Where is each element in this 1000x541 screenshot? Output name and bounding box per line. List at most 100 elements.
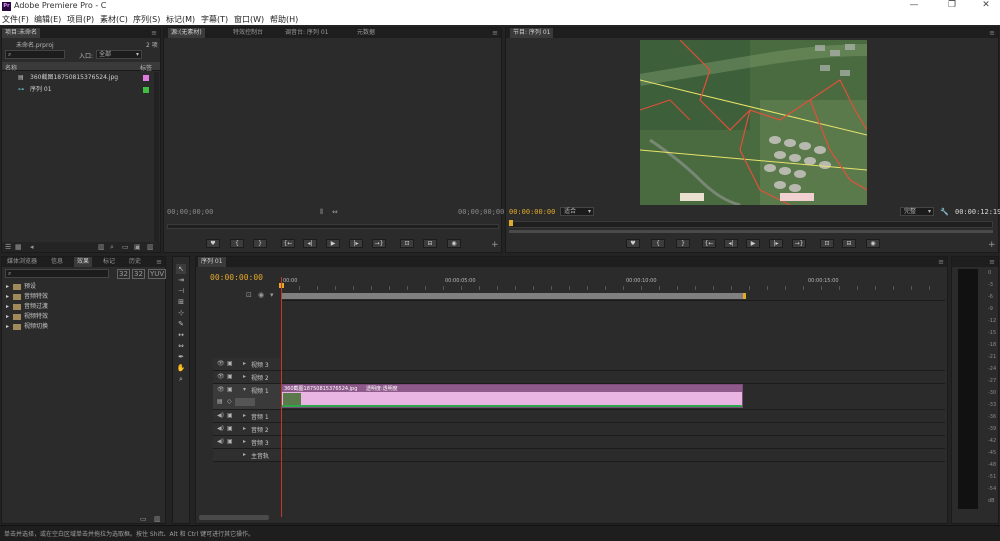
safe-margins-icon[interactable]: ⫴ — [320, 208, 323, 216]
expand-arrow-icon[interactable]: ▸ — [243, 451, 246, 458]
tab-audio-mixer[interactable]: 调音台: 序列 01 — [282, 28, 331, 38]
speaker-icon[interactable]: ◀) — [217, 412, 224, 419]
timeline-ruler[interactable]: 00:00 00:00:05:00 00:00:10:00 00:00:15:0… — [279, 277, 945, 301]
eye-icon[interactable]: 👁 — [217, 386, 225, 393]
minimize-button[interactable]: — — [900, 0, 928, 10]
add-marker-button[interactable]: ♥ — [626, 239, 640, 248]
playhead-marker[interactable] — [509, 220, 513, 226]
display-style-icon[interactable]: ▤ — [217, 398, 223, 405]
project-search-input[interactable]: ⌕ — [5, 50, 65, 59]
collapse-arrow-icon[interactable]: ▾ — [243, 386, 246, 393]
sync-lock-icon[interactable]: ▣ — [227, 360, 233, 367]
zoom-tool-icon[interactable]: ⌕ — [176, 374, 186, 384]
column-label[interactable]: 标签 — [140, 63, 152, 72]
eye-icon[interactable]: 👁 — [217, 373, 225, 380]
step-forward-button[interactable]: |▸ — [769, 239, 783, 248]
tab-program[interactable]: 节目: 序列 01 — [510, 28, 554, 38]
track-lane-video2[interactable] — [281, 371, 945, 384]
menu-help[interactable]: 帮助(H) — [270, 14, 298, 25]
speaker-icon[interactable]: ◀) — [217, 438, 224, 445]
overwrite-button[interactable]: ⊟ — [423, 239, 437, 248]
ripple-edit-tool-icon[interactable]: ⊣ — [176, 286, 186, 296]
folder-presets[interactable]: ▸ 预设 — [6, 282, 36, 292]
tab-project[interactable]: 项目:未命名 — [2, 28, 41, 38]
track-header-audio1[interactable]: ◀) ▣ ▸ 音频 1 — [213, 410, 281, 423]
source-scrubber[interactable] — [167, 224, 499, 229]
track-lane-master[interactable] — [281, 449, 945, 462]
go-to-in-button[interactable]: {← — [702, 239, 716, 248]
tab-effect-controls[interactable]: 特效控制台 — [230, 28, 266, 38]
video-clip[interactable]: 360截图18750815376524.jpg 透明度:透明度 — [281, 384, 743, 408]
rolling-edit-tool-icon[interactable]: ⊞ — [176, 297, 186, 307]
new-item-icon[interactable]: ▣ — [134, 243, 141, 251]
expand-arrow-icon[interactable]: ▸ — [243, 373, 246, 380]
tab-media-browser[interactable]: 媒体浏览器 — [4, 257, 40, 267]
project-scrollbar[interactable] — [154, 72, 159, 242]
panel-menu-icon[interactable]: ≡ — [151, 28, 157, 38]
sync-lock-icon[interactable]: ▣ — [227, 438, 233, 445]
close-button[interactable]: ✕ — [972, 0, 1000, 10]
track-header-audio2[interactable]: ◀) ▣ ▸ 音频 2 — [213, 423, 281, 436]
tab-markers[interactable]: 标记 — [100, 257, 118, 267]
menu-file[interactable]: 文件(F) — [2, 14, 29, 25]
track-header-video3[interactable]: 👁 ▣ ▸ 视频 3 — [213, 358, 281, 371]
menu-edit[interactable]: 编辑(E) — [34, 14, 61, 25]
go-to-out-button[interactable]: →} — [372, 239, 386, 248]
track-lane-audio1[interactable] — [281, 410, 945, 423]
add-button-icon[interactable]: + — [988, 241, 996, 250]
delete-icon[interactable]: ▥ — [147, 243, 154, 251]
menu-sequence[interactable]: 序列(S) — [133, 14, 160, 25]
selection-tool-icon[interactable]: ↖ — [176, 264, 186, 274]
razor-tool-icon[interactable]: ✎ — [176, 319, 186, 329]
project-item-image[interactable]: ▤ 360截图18750815376524.jpg — [2, 72, 157, 84]
menu-project[interactable]: 项目(P) — [67, 14, 94, 25]
track-lane-audio2[interactable] — [281, 423, 945, 436]
step-back-button[interactable]: ◂| — [303, 239, 317, 248]
folder-video-effects[interactable]: ▸ 视频特效 — [6, 312, 48, 322]
snap-icon[interactable]: ⊡ — [246, 291, 252, 299]
accelerated-effects-icon[interactable]: 32 — [117, 269, 130, 279]
tab-sequence[interactable]: 序列 01 — [198, 257, 226, 267]
quality-select[interactable]: 完整 ▾ — [900, 207, 934, 216]
menu-marker[interactable]: 标记(M) — [166, 14, 195, 25]
play-button[interactable]: ▶ — [326, 239, 340, 248]
playhead-line[interactable] — [281, 277, 282, 517]
program-timecode-current[interactable]: 00:00:00:00 — [509, 208, 555, 216]
keyframe-nav[interactable] — [235, 398, 255, 406]
program-scrubber[interactable] — [509, 220, 993, 228]
tab-source[interactable]: 源:(无素材) — [168, 28, 205, 38]
folder-video-transitions[interactable]: ▸ 视频切换 — [6, 322, 48, 332]
timeline-timecode[interactable]: 00:00:00:00 — [210, 273, 263, 282]
track-lane-video3[interactable] — [281, 358, 945, 371]
track-select-tool-icon[interactable]: ⇥ — [176, 275, 186, 285]
lift-button[interactable]: ⊡ — [820, 239, 834, 248]
marker-icon[interactable]: ▾ — [270, 291, 274, 299]
icon-view-icon[interactable]: ▦ — [15, 243, 22, 251]
pen-tool-icon[interactable]: ✒ — [176, 352, 186, 362]
effects-search-input[interactable]: ⌕ — [5, 269, 109, 278]
play-button[interactable]: ▶ — [746, 239, 760, 248]
mark-in-button[interactable]: { — [651, 239, 665, 248]
opacity-line[interactable] — [282, 405, 742, 407]
track-header-audio3[interactable]: ◀) ▣ ▸ 音频 3 — [213, 436, 281, 449]
track-header-video1[interactable]: 👁 ▣ ▾ 视频 1 ▤ ◇ — [213, 384, 281, 410]
sync-lock-icon[interactable]: ▣ — [227, 412, 233, 419]
track-lane-video1[interactable]: 360截图18750815376524.jpg 透明度:透明度 — [281, 384, 945, 410]
panel-menu-icon[interactable]: ≡ — [938, 257, 944, 267]
mark-in-button[interactable]: { — [230, 239, 244, 248]
source-timecode-in[interactable]: 00;00;00;00 — [167, 208, 213, 216]
track-header-video2[interactable]: 👁 ▣ ▸ 视频 2 — [213, 371, 281, 384]
extract-button[interactable]: ⊟ — [842, 239, 856, 248]
sync-lock-icon[interactable]: ▣ — [227, 425, 233, 432]
eye-icon[interactable]: 👁 — [217, 360, 225, 367]
expand-arrow-icon[interactable]: ▸ — [243, 412, 246, 419]
tab-effects[interactable]: 效果 — [74, 257, 93, 267]
insert-button[interactable]: ⊡ — [400, 239, 414, 248]
go-to-in-button[interactable]: {← — [281, 239, 295, 248]
new-bin-icon[interactable]: ▭ — [140, 515, 147, 523]
set-marker-icon[interactable]: ◉ — [258, 291, 264, 299]
mark-out-button[interactable]: } — [253, 239, 267, 248]
zoom-slider-icon[interactable]: ◂ — [30, 243, 34, 251]
keyframe-icon[interactable]: ◇ — [227, 398, 232, 405]
work-area-bar[interactable] — [281, 293, 746, 299]
